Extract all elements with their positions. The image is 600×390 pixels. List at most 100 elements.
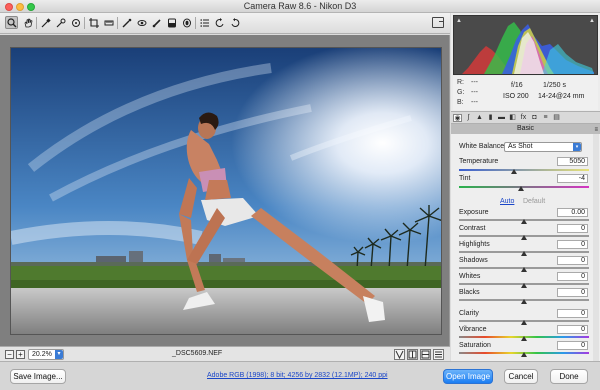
open-image-button[interactable]: Open Image — [443, 369, 493, 384]
photo-image — [11, 48, 441, 334]
contrast-label: Contrast — [459, 225, 486, 232]
saturation-label: Saturation — [459, 342, 491, 349]
contrast-value[interactable]: 0 — [557, 224, 588, 233]
saturation-slider-thumb[interactable] — [521, 352, 527, 357]
preferences-icon[interactable] — [433, 349, 444, 360]
panel-header: Basic ≡ — [451, 124, 600, 134]
zoom-icon[interactable] — [5, 16, 18, 29]
temperature-slider-track[interactable] — [459, 169, 589, 171]
graduated-filter-icon[interactable] — [165, 16, 178, 29]
red-eye-icon[interactable] — [135, 16, 148, 29]
panel-tabs: ◉ ∫ ▲ ▮ ▬ ◧ fx ◘ ≡ ▤ — [451, 111, 600, 124]
adjustment-brush-icon[interactable] — [150, 16, 163, 29]
green-label: G: — [457, 89, 465, 96]
whites-slider-thumb[interactable] — [521, 283, 527, 288]
shadows-slider-thumb[interactable] — [521, 267, 527, 272]
blue-value: --- — [471, 99, 478, 106]
highlights-slider-thumb[interactable] — [521, 251, 527, 256]
bottom-bar: Save Image... Adobe RGB (1998); 8 bit; 4… — [0, 361, 600, 390]
shadow-clipping-icon[interactable]: ▲ — [456, 18, 462, 24]
zoom-level-value: 20.2% — [32, 351, 52, 358]
copy-settings-icon[interactable] — [420, 349, 431, 360]
tint-value[interactable]: -4 — [557, 174, 588, 183]
before-after-toggle-icon[interactable] — [394, 349, 405, 360]
blue-label: B: — [457, 99, 464, 106]
title-bar: Camera Raw 8.6 - Nikon D3 — [0, 0, 600, 13]
exposure-slider-thumb[interactable] — [521, 219, 527, 224]
blacks-slider-thumb[interactable] — [521, 299, 527, 304]
whites-label: Whites — [459, 273, 481, 280]
clarity-value[interactable]: 0 — [557, 309, 588, 318]
red-label: R: — [457, 79, 464, 86]
workflow-options-link[interactable]: Adobe RGB (1998); 8 bit; 4256 by 2832 (1… — [207, 372, 388, 379]
clarity-slider-thumb[interactable] — [521, 320, 527, 325]
fullscreen-icon[interactable] — [432, 17, 444, 28]
white-balance-label: White Balance: — [459, 143, 507, 150]
tint-slider-thumb[interactable] — [518, 186, 525, 191]
temperature-label: Temperature — [459, 158, 499, 165]
blacks-value[interactable]: 0 — [557, 288, 588, 297]
highlight-clipping-icon[interactable]: ▲ — [589, 18, 595, 24]
saturation-value[interactable]: 0 — [557, 341, 588, 350]
file-name: _DSC5609.NEF — [172, 350, 223, 357]
temperature-slider-thumb[interactable] — [510, 169, 517, 174]
highlights-value[interactable]: 0 — [557, 240, 588, 249]
hsl-tab-icon[interactable]: ▮ — [486, 114, 495, 122]
default-link[interactable]: Default — [523, 198, 545, 205]
preview-status-bar: − + 20.2% ▾ _DSC5609.NEF — [0, 346, 450, 361]
lens-corrections-tab-icon[interactable]: ◧ — [508, 114, 517, 122]
zoom-out-button[interactable]: − — [5, 350, 14, 359]
vibrance-slider-thumb[interactable] — [521, 336, 527, 341]
exposure-value[interactable]: 0.00 — [557, 208, 588, 217]
snapshots-tab-icon[interactable]: ▤ — [552, 114, 561, 122]
color-sampler-icon[interactable] — [54, 16, 67, 29]
highlights-label: Highlights — [459, 241, 490, 248]
white-balance-icon[interactable] — [39, 16, 52, 29]
whites-value[interactable]: 0 — [557, 272, 588, 281]
red-value: --- — [471, 79, 478, 86]
hand-icon[interactable] — [21, 16, 34, 29]
radial-filter-icon[interactable] — [180, 16, 193, 29]
list-icon[interactable] — [198, 16, 211, 29]
vibrance-value[interactable]: 0 — [557, 325, 588, 334]
done-button[interactable]: Done — [550, 369, 588, 384]
chevron-down-icon: ▾ — [573, 143, 581, 151]
rotate-right-icon[interactable] — [228, 16, 241, 29]
straighten-icon[interactable] — [102, 16, 115, 29]
contrast-slider-thumb[interactable] — [521, 235, 527, 240]
basic-panel: White Balance: As Shot ▾ Temperature 505… — [451, 134, 600, 361]
spot-removal-icon[interactable] — [120, 16, 133, 29]
histogram: ▲ ▲ — [453, 15, 598, 75]
basic-tab-icon[interactable]: ◉ — [453, 114, 462, 122]
tone-curve-tab-icon[interactable]: ∫ — [464, 114, 473, 122]
tool-bar — [0, 13, 450, 34]
camera-calibration-tab-icon[interactable]: ◘ — [530, 114, 539, 122]
shadows-label: Shadows — [459, 257, 488, 264]
fx-tab-icon[interactable]: fx — [519, 114, 528, 122]
pixel-readout: R: --- G: --- B: --- f/16 1/250 s ISO 20… — [453, 76, 598, 110]
zoom-in-button[interactable]: + — [16, 350, 25, 359]
temperature-value[interactable]: 5050 — [557, 157, 588, 166]
white-balance-select[interactable]: As Shot ▾ — [504, 142, 582, 152]
shadows-value[interactable]: 0 — [557, 256, 588, 265]
save-image-button[interactable]: Save Image... — [10, 369, 66, 384]
swap-settings-icon[interactable] — [407, 349, 418, 360]
clarity-label: Clarity — [459, 310, 479, 317]
vibrance-label: Vibrance — [459, 326, 487, 333]
targeted-adjustment-icon[interactable] — [69, 16, 82, 29]
panel-scrollbar[interactable] — [593, 134, 599, 361]
photo-preview[interactable] — [10, 47, 442, 335]
iso: ISO 200 — [503, 93, 529, 100]
detail-tab-icon[interactable]: ▲ — [475, 114, 484, 122]
crop-icon[interactable] — [87, 16, 100, 29]
split-toning-tab-icon[interactable]: ▬ — [497, 114, 506, 122]
presets-tab-icon[interactable]: ≡ — [541, 114, 550, 122]
window-title: Camera Raw 8.6 - Nikon D3 — [243, 1, 357, 11]
white-balance-value: As Shot — [508, 143, 533, 150]
exposure-label: Exposure — [459, 209, 489, 216]
zoom-level-select[interactable]: 20.2% ▾ — [28, 349, 64, 360]
auto-link[interactable]: Auto — [500, 198, 514, 205]
green-value: --- — [471, 89, 478, 96]
rotate-left-icon[interactable] — [213, 16, 226, 29]
cancel-button[interactable]: Cancel — [504, 369, 538, 384]
